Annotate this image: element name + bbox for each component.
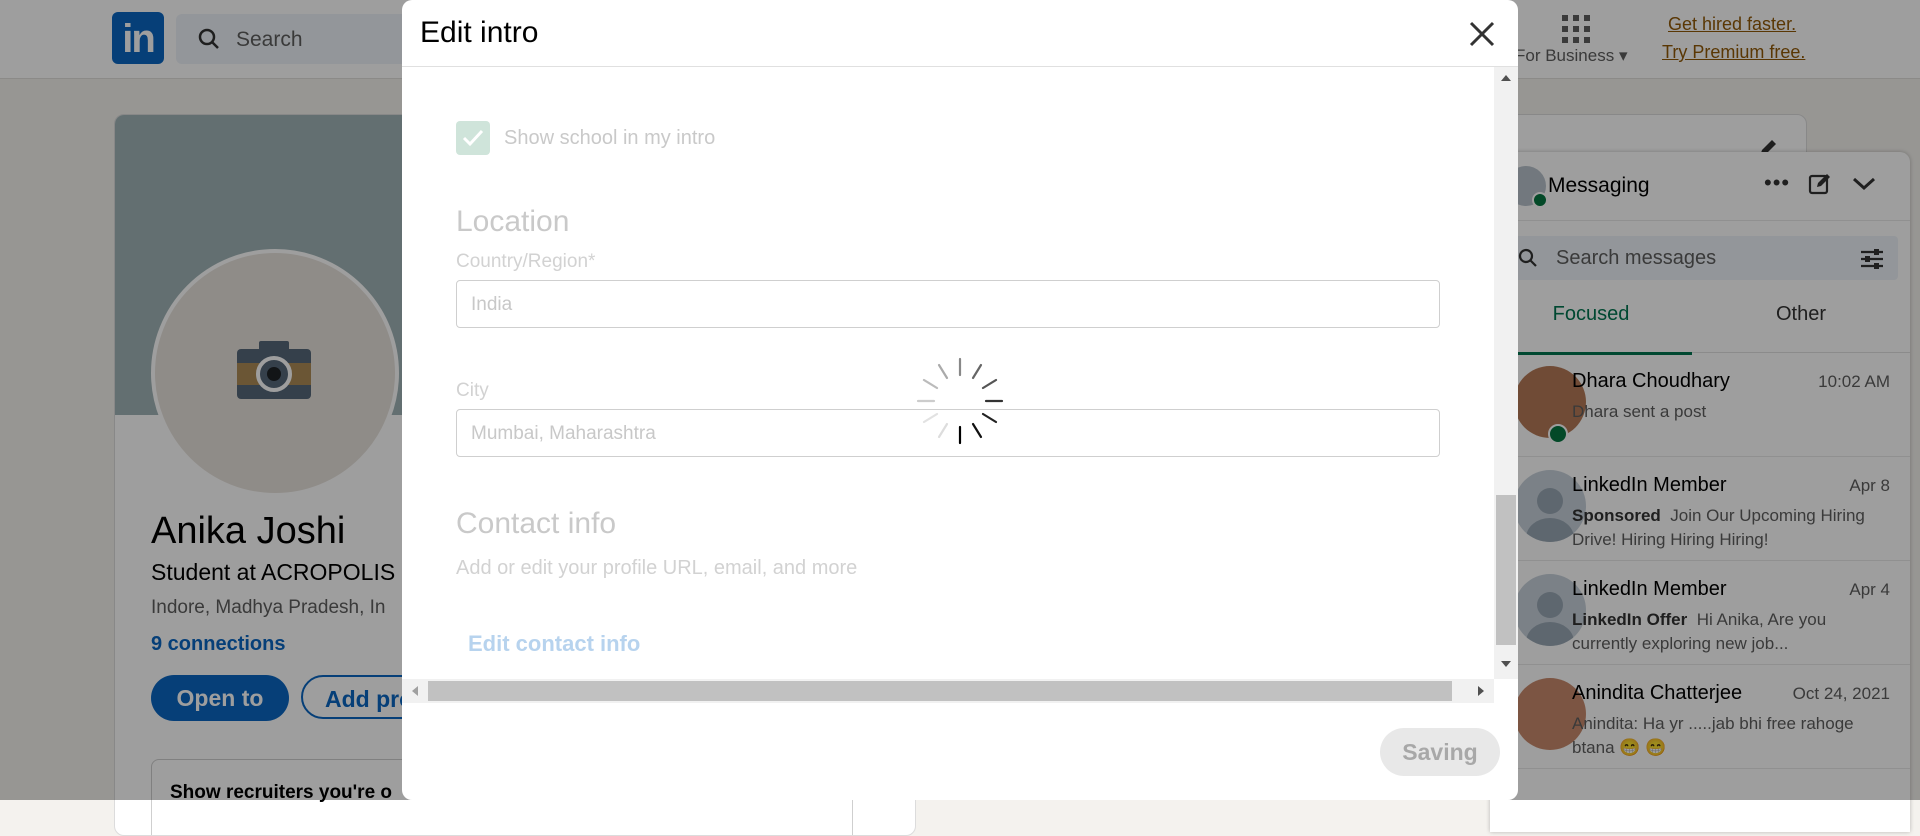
- location-heading: Location: [456, 205, 570, 238]
- country-field[interactable]: India: [456, 280, 1440, 328]
- dialog-header: Edit intro: [402, 0, 1518, 67]
- scroll-up-arrow-icon[interactable]: [1500, 73, 1512, 83]
- scroll-left-arrow-icon[interactable]: [410, 685, 420, 697]
- saving-button[interactable]: Saving: [1380, 728, 1500, 776]
- dialog-footer: Saving: [402, 704, 1518, 800]
- horizontal-scrollbar[interactable]: [402, 679, 1494, 703]
- scroll-right-arrow-icon[interactable]: [1476, 685, 1486, 697]
- contact-info-description: Add or edit your profile URL, email, and…: [456, 557, 858, 579]
- dialog-title: Edit intro: [420, 16, 539, 49]
- city-label: City: [456, 380, 489, 401]
- vertical-scroll-thumb[interactable]: [1496, 495, 1516, 645]
- show-school-label: Show school in my intro: [504, 127, 716, 149]
- country-value: India: [471, 294, 513, 315]
- checkmark-icon: [462, 129, 484, 147]
- contact-info-heading: Contact info: [456, 507, 617, 540]
- country-label: Country/Region*: [456, 251, 596, 272]
- edit-contact-info-link[interactable]: Edit contact info: [468, 631, 640, 657]
- scroll-down-arrow-icon[interactable]: [1500, 659, 1512, 669]
- city-value: Mumbai, Maharashtra: [471, 423, 656, 444]
- vertical-scrollbar[interactable]: [1494, 67, 1518, 679]
- dialog-body: Show school in my intro Location Country…: [402, 67, 1494, 679]
- close-icon[interactable]: [1466, 18, 1498, 50]
- horizontal-scroll-thumb[interactable]: [428, 681, 1452, 701]
- loading-spinner-icon: [916, 357, 1004, 445]
- show-school-checkbox[interactable]: [456, 121, 490, 155]
- edit-intro-dialog: Edit intro Show school in my intro Locat…: [402, 0, 1518, 800]
